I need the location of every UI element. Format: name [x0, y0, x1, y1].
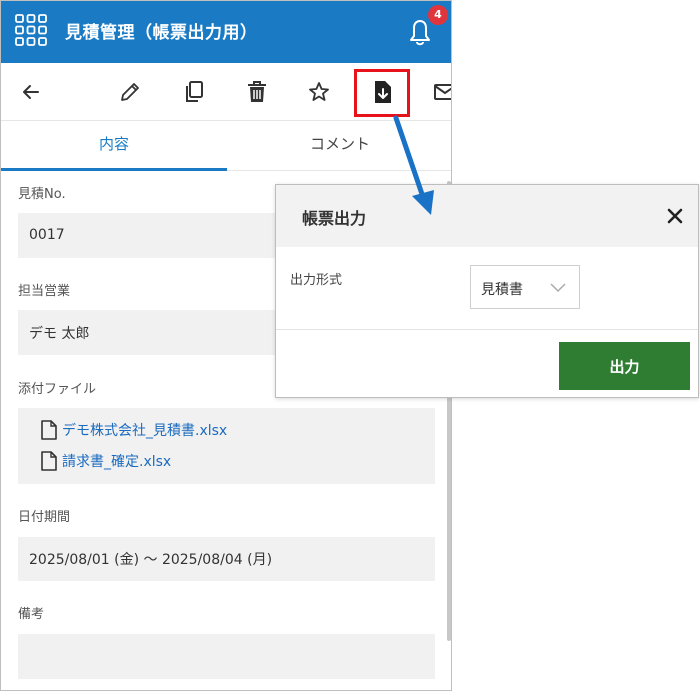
attachment-file-name[interactable]: 請求書_確定.xlsx — [62, 451, 171, 471]
download-button-highlight — [354, 69, 410, 117]
trash-icon[interactable] — [244, 79, 270, 105]
app-grid-menu-icon[interactable] — [14, 13, 48, 47]
attachment-file-name[interactable]: デモ株式会社_見積書.xlsx — [62, 420, 227, 440]
dialog-title: 帳票出力 — [302, 209, 367, 228]
estimate-no-value: 0017 — [29, 227, 65, 243]
dialog-header: 帳票出力 — [276, 185, 698, 247]
mail-icon[interactable] — [433, 79, 451, 105]
output-format-value: 見積書 — [481, 282, 523, 298]
back-arrow-icon[interactable] — [18, 79, 44, 105]
output-button[interactable]: 出力 — [559, 342, 690, 390]
notes-field — [18, 634, 435, 679]
attachments-field: デモ株式会社_見積書.xlsx 請求書_確定.xlsx — [18, 408, 435, 484]
dialog-divider — [276, 329, 698, 330]
notification-badge: 4 — [428, 5, 448, 25]
report-output-dialog: 帳票出力 出力形式 見積書 出力 — [275, 184, 699, 398]
output-format-label: 出力形式 — [290, 273, 343, 288]
estimate-no-label: 見積No. — [18, 187, 66, 202]
date-period-label: 日付期間 — [18, 510, 71, 525]
tab-comments[interactable]: コメント — [227, 121, 451, 171]
sales-rep-value: デモ 太郎 — [29, 326, 90, 342]
date-period-value: 2025/08/01 (金) ～ 2025/08/04 (月) — [29, 552, 273, 568]
star-icon[interactable] — [306, 79, 332, 105]
tab-bar: 内容 コメント — [1, 121, 451, 171]
date-period-field: 2025/08/01 (金) ～ 2025/08/04 (月) — [18, 537, 435, 581]
tab-content[interactable]: 内容 — [1, 121, 227, 171]
app-header: 見積管理（帳票出力用） 4 — [1, 1, 451, 63]
app-title: 見積管理（帳票出力用） — [65, 23, 258, 43]
copy-icon[interactable] — [181, 79, 207, 105]
attachments-label: 添付ファイル — [18, 382, 97, 397]
notes-label: 備考 — [18, 607, 45, 622]
pencil-icon[interactable] — [117, 79, 143, 105]
output-format-select[interactable]: 見積書 — [470, 265, 580, 309]
close-icon[interactable] — [664, 205, 686, 227]
sales-rep-label: 担当営業 — [18, 284, 71, 299]
chevron-down-icon — [550, 283, 566, 293]
